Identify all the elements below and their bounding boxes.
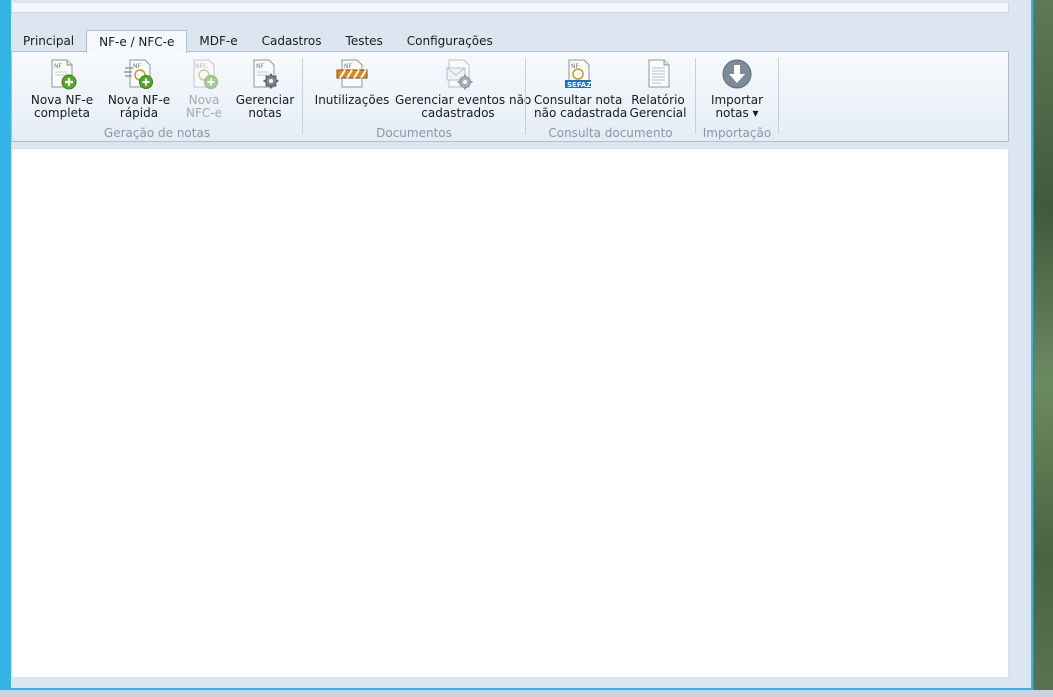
gerenciar-notas-button[interactable]: NF Gerenciar notas <box>234 58 296 120</box>
group-importacao: Importar notas ▾ Importação <box>696 52 778 141</box>
group-geracao-de-notas: NF Nova NF-e completa NF Nova NF-e rápid… <box>12 52 302 141</box>
group-documentos: NF Inutilizações Gerenciar eventos não c… <box>303 52 531 141</box>
svg-text:NFC: NFC <box>195 63 207 70</box>
nova-nfe-rapida-button[interactable]: NF Nova NF-e rápida <box>100 58 178 120</box>
inutilizacoes-label-1: Inutilizações <box>314 93 390 107</box>
consultar-nota-button[interactable]: NF SEFAZ Consultar nota não cadastrada <box>534 58 628 120</box>
svg-text:NF: NF <box>133 63 141 70</box>
nova-nfce-label-2: NFC-e <box>186 106 222 120</box>
taskbar-edge <box>0 690 1053 697</box>
nf-barrier-icon: NF <box>336 59 368 88</box>
svg-text:SEFAZ: SEFAZ <box>567 81 591 89</box>
group-consulta-documento: NF SEFAZ Consultar nota não cadastrada R… <box>526 52 695 141</box>
nf-gear-icon: NF <box>253 59 279 89</box>
svg-text:NF: NF <box>344 63 352 70</box>
gerenciar-eventos-label-2: cadastrados <box>421 106 495 120</box>
group-caption-importacao: Importação <box>702 126 772 140</box>
nova-nfe-completa-label-2: completa <box>33 106 91 120</box>
nf-quick-add-icon: NF <box>124 59 153 89</box>
nfc-add-icon: NFC <box>193 59 218 89</box>
title-strip <box>11 3 1009 13</box>
tab-configuracoes[interactable]: Configurações <box>395 30 505 52</box>
download-arrow-icon <box>722 59 752 89</box>
gerenciar-notas-label-2: notas <box>248 106 282 120</box>
relatorio-gerencial-label-2: Gerencial <box>629 106 687 120</box>
importar-notas-button[interactable]: Importar notas ▾ <box>702 58 772 120</box>
group-caption-documentos: Documentos <box>376 126 452 140</box>
nf-add-icon: NF <box>51 59 77 90</box>
gerenciar-eventos-button[interactable]: Gerenciar eventos não cadastrados <box>395 58 531 120</box>
relatorio-gerencial-button[interactable]: Relatório Gerencial <box>626 58 690 120</box>
tab-mdfe[interactable]: MDF-e <box>187 30 249 52</box>
nova-nfe-completa-button[interactable]: NF Nova NF-e completa <box>20 58 104 120</box>
group-separator <box>778 58 779 134</box>
importar-notas-label-2: notas ▾ <box>715 106 759 120</box>
inutilizacoes-button[interactable]: NF Inutilizações <box>311 58 393 107</box>
consultar-nota-label-2: não cadastrada <box>534 106 628 120</box>
tab-principal[interactable]: Principal <box>11 30 86 52</box>
ribbon-tab-row: Principal NF-e / NFC-e MDF-e Cadastros T… <box>11 30 1009 53</box>
nova-nfce-button[interactable]: NFC Nova NFC-e <box>180 58 228 120</box>
group-caption-geracao: Geração de notas <box>103 126 211 140</box>
tab-testes[interactable]: Testes <box>334 30 395 52</box>
envelope-gear-icon <box>446 59 473 90</box>
nova-nfe-rapida-label-2: rápida <box>119 106 159 120</box>
report-icon <box>648 59 670 88</box>
svg-text:NF: NF <box>54 63 62 70</box>
sefaz-search-icon: NF SEFAZ <box>565 59 591 89</box>
svg-text:NF: NF <box>256 63 264 70</box>
ribbon-panel: NF Nova NF-e completa NF Nova NF-e rápid… <box>11 51 1009 142</box>
group-caption-consulta: Consulta documento <box>548 126 673 140</box>
tab-nfe-nfce[interactable]: NF-e / NFC-e <box>86 30 188 53</box>
main-content-area <box>11 148 1009 678</box>
tab-cadastros[interactable]: Cadastros <box>250 30 334 52</box>
